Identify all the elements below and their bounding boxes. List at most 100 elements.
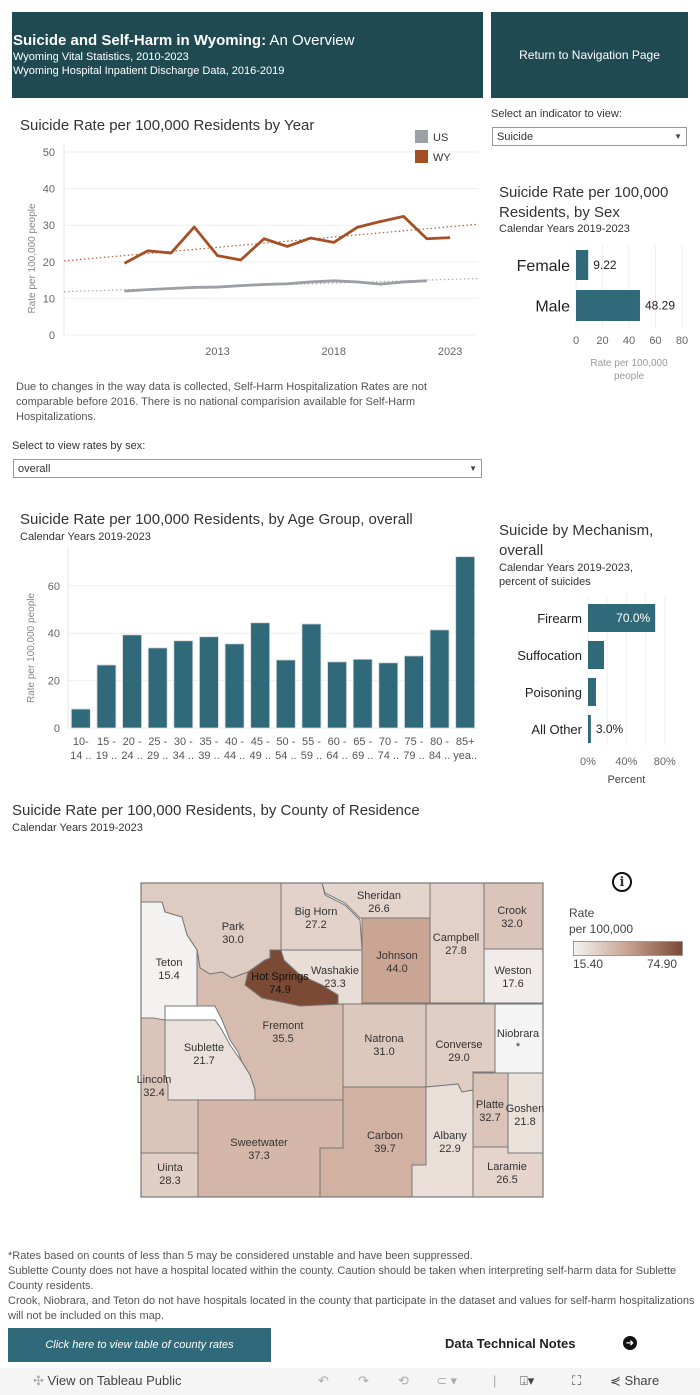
x-tick-label: 34 .. [173, 750, 194, 762]
county-table-button[interactable]: Click here to view table of county rates [8, 1328, 271, 1362]
x-axis-label: Percent [607, 774, 645, 786]
info-icon[interactable]: i [612, 872, 632, 892]
y-tick-label: 50 [43, 147, 55, 159]
x-tick-label: 80 [676, 335, 688, 347]
x-tick-label: 60 - [328, 736, 347, 748]
y-axis-label: Rate per 100,000 people [26, 593, 37, 704]
toolbar-divider: | [493, 1373, 497, 1388]
x-tick-label: 20 - [123, 736, 142, 748]
county-name-label: Teton [156, 957, 183, 969]
header-subtitle-1: Wyoming Vital Statistics, 2010-2023 [13, 51, 189, 63]
legend-label-us: US [433, 132, 448, 144]
county-value-label: 74.9 [269, 984, 290, 996]
x-tick-label: 2013 [205, 346, 229, 358]
series-line-wy [123, 215, 451, 265]
x-tick-label: 69 .. [352, 750, 373, 762]
x-tick-label: 45 - [251, 736, 270, 748]
x-tick-label: 40 - [225, 736, 244, 748]
county-name-label: Sublette [184, 1042, 224, 1054]
map-legend-title: Rate per 100,000 [569, 906, 634, 936]
x-tick-label: 85+ [456, 736, 475, 748]
mechanism-bar-chart: 0% 40% 80% Percent Firearm 70.0% Suffocation Po… [517, 595, 676, 786]
category-label: Firearm [537, 611, 582, 626]
sex-filter-select[interactable]: overall ▼ [13, 459, 482, 478]
download-icon[interactable]: ⍗▾ [520, 1373, 534, 1389]
x-tick-label: 75 - [404, 736, 423, 748]
x-tick-label: 79 .. [403, 750, 424, 762]
county-name-label: Carbon [367, 1130, 403, 1142]
data-technical-notes-link[interactable]: Data Technical Notes [445, 1336, 576, 1351]
county-name-label: Weston [494, 965, 531, 977]
county-value-label: 26.5 [496, 1174, 517, 1186]
data-label: 3.0% [596, 722, 624, 736]
data-label: 70.0% [616, 611, 650, 625]
mechanism-chart-title: Suicide by Mechanism, overall [499, 522, 654, 559]
arrow-right-circle-icon[interactable]: ➜ [623, 1336, 637, 1350]
county-name-label: Converse [435, 1039, 482, 1051]
footnote-hospitals: Crook, Niobrara, and Teton do not have h… [8, 1295, 695, 1322]
series-line-us [124, 279, 427, 293]
x-tick-label: 39 .. [198, 750, 219, 762]
county-value-label: 35.5 [272, 1033, 293, 1045]
county-name-label: Johnson [376, 950, 418, 962]
age-bar [250, 622, 271, 729]
map-title: Suicide Rate per 100,000 Residents, by C… [12, 802, 420, 819]
county-value-label: * [516, 1041, 521, 1053]
footnote-sublette: Sublette County does not have a hospital… [8, 1265, 677, 1292]
dashboard-title: Suicide and Self-Harm in Wyoming: An Ove… [13, 32, 355, 49]
chevron-down-icon: ▼ [674, 132, 682, 141]
county-name-label: Laramie [487, 1161, 527, 1173]
map-legend-max: 74.90 [647, 957, 678, 971]
county-name-label: Washakie [311, 965, 359, 977]
age-bar [378, 662, 399, 729]
age-bar [327, 661, 347, 729]
x-tick-label: 54 .. [275, 750, 296, 762]
age-bar [455, 556, 476, 729]
map-legend-min: 15.40 [573, 957, 604, 971]
y-tick-label: 30 [43, 220, 55, 232]
county-name-label: Big Horn [295, 906, 338, 918]
county-name-label: Sweetwater [230, 1137, 288, 1149]
indicator-select[interactable]: Suicide ▼ [492, 127, 687, 146]
pause-updates-icon[interactable]: ⊂ ▾ [436, 1373, 457, 1389]
category-label: Poisoning [525, 685, 582, 700]
y-tick-label: 40 [43, 184, 55, 196]
age-bar [404, 655, 424, 729]
county-map: Park30.0 Big Horn27.2 Sheridan26.6 Campbell… [137, 882, 545, 1198]
county-value-label: 30.0 [222, 934, 243, 946]
x-tick-label: 50 - [276, 736, 295, 748]
x-tick-label: 2018 [322, 346, 346, 358]
return-to-navigation-button[interactable]: Return to Navigation Page [491, 12, 688, 98]
x-axis-label: Rate per 100,000 [590, 358, 668, 369]
county-value-label: 23.3 [324, 978, 345, 990]
dashboard-header: Suicide and Self-Harm in Wyoming: An Ove… [12, 12, 483, 98]
county-name-label: Goshen [506, 1103, 545, 1115]
fullscreen-icon[interactable]: ⛶ [572, 1373, 581, 1389]
county-name-label: Sheridan [357, 890, 401, 902]
county-value-label: 17.6 [502, 978, 523, 990]
legend-swatch-us [415, 130, 428, 143]
bar-female [576, 250, 589, 280]
x-tick-label: 24 .. [121, 750, 142, 762]
county-name-label: Uinta [157, 1162, 184, 1174]
x-tick-label: 2023 [438, 346, 462, 358]
category-label: All Other [531, 722, 582, 737]
mechanism-chart-subtitle: Calendar Years 2019-2023, percent of sui… [499, 562, 633, 588]
undo-icon[interactable]: ↶ [318, 1373, 329, 1389]
age-bar [96, 664, 117, 729]
mechanism-bar [588, 715, 591, 743]
x-tick-label: 49 .. [249, 750, 270, 762]
revert-icon[interactable]: ⟲ [398, 1373, 409, 1389]
x-tick-label: 84 .. [429, 750, 450, 762]
x-tick-label: 70 - [379, 736, 398, 748]
view-on-tableau-button[interactable]: ✣ View on Tableau Public [33, 1373, 181, 1389]
county-name-label: Natrona [364, 1033, 404, 1045]
sex-bar-chart: 0 20 40 60 80 Female 9.22 Male 48.29 Rate per 100… [517, 245, 688, 382]
county-value-label: 26.6 [368, 903, 389, 915]
county-value-label: 37.3 [248, 1150, 269, 1162]
y-tick-label: 60 [48, 581, 60, 593]
x-tick-label: 29 .. [147, 750, 168, 762]
redo-icon[interactable]: ↷ [358, 1373, 369, 1389]
legend-label-wy: WY [433, 152, 451, 164]
share-button[interactable]: ⋞ Share [610, 1373, 659, 1389]
